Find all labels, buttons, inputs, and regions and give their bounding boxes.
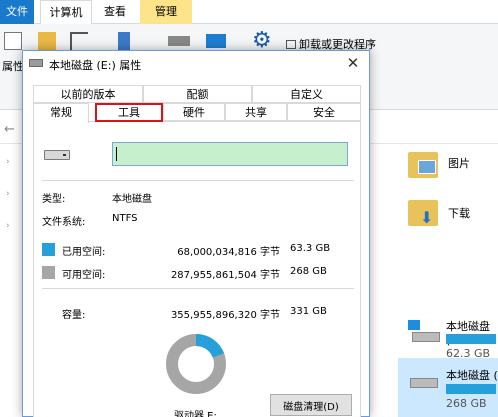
chevron-right-icon[interactable]: ›	[6, 189, 10, 199]
dialog-title: 本地磁盘 (E:) 属性	[49, 59, 142, 72]
tab-previous-versions[interactable]: 以前的版本	[33, 85, 143, 103]
volume-name-input[interactable]	[112, 142, 348, 166]
downloads-folder-label[interactable]: 下载	[448, 205, 470, 221]
drive-icon	[29, 59, 43, 67]
ribbon-tab-strip: 文件 计算机 查看 管理	[0, 0, 498, 25]
disk-usage-donut-chart	[166, 334, 226, 394]
open-folder-icon[interactable]	[38, 32, 56, 50]
system-drive-icon[interactable]	[408, 320, 440, 346]
type-value: 本地磁盘	[112, 194, 152, 205]
tab-computer[interactable]: 计算机	[40, 0, 92, 25]
drive-icon	[44, 150, 70, 160]
divider	[42, 288, 354, 289]
used-space-gb: 63.3 GB	[290, 243, 331, 254]
tab-row-top: 以前的版本 配额 自定义	[33, 85, 361, 103]
tab-row-bottom: 常规 工具 硬件 共享 安全	[33, 103, 361, 123]
tab-security[interactable]: 安全	[287, 103, 361, 121]
disk-cleanup-button[interactable]: 磁盘清理(D)	[270, 394, 352, 416]
tab-sharing[interactable]: 共享	[225, 103, 287, 121]
downloads-folder-icon[interactable]	[408, 200, 438, 227]
tab-general[interactable]: 常规	[33, 103, 89, 123]
tab-customize[interactable]: 自定义	[252, 85, 361, 103]
used-space-swatch	[42, 243, 55, 256]
capacity-gb: 331 GB	[290, 306, 327, 317]
tab-quota[interactable]: 配额	[143, 85, 252, 103]
local-drive-icon[interactable]	[408, 368, 438, 394]
dialog-title-bar[interactable]: 本地磁盘 (E:) 属性 ✕	[23, 51, 369, 77]
navigation-pane: › › ›	[0, 145, 24, 417]
free-space-label: 可用空间:	[62, 270, 106, 281]
free-space-gb: 268 GB	[290, 266, 327, 277]
properties-icon[interactable]	[4, 32, 22, 50]
tab-manage[interactable]: 管理	[140, 0, 192, 24]
capacity-bytes: 355,955,896,320 字节	[170, 310, 280, 321]
d-drive-label[interactable]: 本地磁盘 (	[446, 367, 498, 383]
used-space-label: 已用空间:	[62, 247, 106, 258]
tab-file[interactable]: 文件	[0, 0, 34, 24]
tools-tab-highlight-box	[95, 103, 163, 122]
network-location-icon[interactable]	[206, 34, 226, 48]
c-drive-free-space: 62.3 GB	[446, 347, 491, 360]
free-space-swatch	[42, 266, 55, 279]
d-drive-capacity-bar	[446, 384, 496, 394]
type-label: 类型:	[42, 194, 66, 205]
c-drive-capacity-bar	[446, 334, 496, 344]
file-system-value: NTFS	[112, 213, 138, 224]
tab-view[interactable]: 查看	[98, 0, 132, 24]
divider	[42, 180, 354, 181]
general-tab-panel: 类型: 本地磁盘 文件系统: NTFS 已用空间: 68,000,034,816…	[33, 121, 361, 417]
tab-hardware[interactable]: 硬件	[163, 103, 225, 121]
free-space-bytes: 287,955,861,504 字节	[170, 270, 280, 281]
access-media-icon[interactable]	[118, 32, 130, 52]
chevron-right-icon[interactable]: ›	[6, 157, 10, 167]
file-system-label: 文件系统:	[42, 217, 86, 228]
used-space-bytes: 68,000,034,816 字节	[177, 247, 280, 258]
uninstall-icon	[286, 40, 296, 49]
pictures-folder-label[interactable]: 图片	[448, 155, 470, 171]
drive-letter-label: 驱动器 E:	[174, 411, 217, 417]
rename-icon[interactable]	[70, 32, 88, 50]
capacity-label: 容量:	[62, 310, 86, 321]
map-drive-icon[interactable]	[168, 36, 190, 46]
properties-label[interactable]: 属性	[2, 58, 24, 74]
pictures-folder-icon[interactable]	[408, 152, 438, 178]
text-caret	[116, 147, 117, 161]
d-drive-free-space: 268 GB	[446, 397, 487, 410]
drive-properties-dialog: 本地磁盘 (E:) 属性 ✕ 以前的版本 配额 自定义 常规 工具 硬件 共享 …	[22, 50, 370, 417]
chevron-right-icon[interactable]: ›	[6, 221, 10, 231]
close-button[interactable]: ✕	[345, 54, 361, 72]
back-arrow-icon[interactable]: ←	[4, 122, 15, 137]
